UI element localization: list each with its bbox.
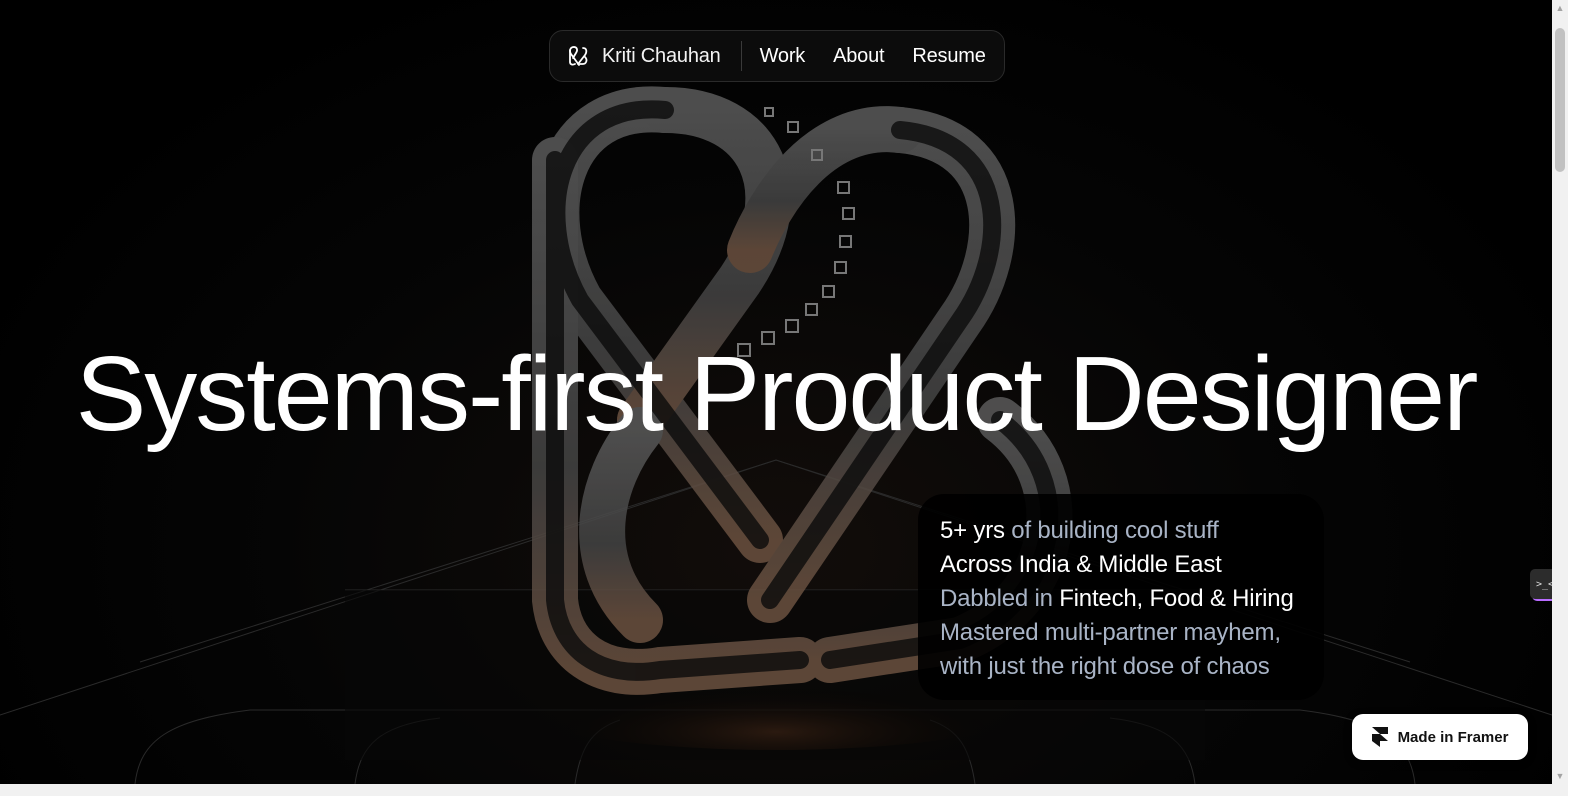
info-line-domains: Dabbled in Fintech, Food & Hiring [940, 582, 1302, 616]
domains-highlight: Fintech, Food & Hiring [1059, 585, 1294, 612]
scrollbar-thumb[interactable] [1555, 28, 1565, 172]
vertical-scrollbar[interactable]: ▲ ▼ [1552, 0, 1568, 784]
info-line-regions: Across India & Middle East [940, 548, 1302, 582]
top-navigation: Kriti Chauhan Work About Resume [549, 30, 1005, 82]
kc-monogram-icon [566, 44, 590, 68]
scroll-down-arrow-icon[interactable]: ▼ [1552, 768, 1568, 784]
framer-logo-icon [1371, 727, 1388, 747]
nav-link-about[interactable]: About [833, 45, 884, 68]
hero-section: Kriti Chauhan Work About Resume Systems-… [0, 0, 1552, 784]
hero-title: Systems-first Product Designer [75, 335, 1479, 453]
info-line-experience: 5+ yrs of building cool stuff [940, 514, 1302, 548]
window-right-edge [1568, 0, 1592, 796]
scroll-up-arrow-icon[interactable]: ▲ [1552, 0, 1568, 16]
brand-home-link[interactable]: Kriti Chauhan [566, 44, 721, 68]
info-line-mayhem: Mastered multi-partner mayhem, [940, 619, 1281, 646]
window-bottom-edge [0, 784, 1568, 796]
regions-highlight: Across India & Middle East [940, 551, 1222, 578]
nav-link-resume[interactable]: Resume [912, 45, 985, 68]
domains-prefix: Dabbled in [940, 585, 1060, 612]
nav-divider [740, 41, 742, 71]
info-card: 5+ yrs of building cool stuff Across Ind… [918, 494, 1324, 700]
framer-badge-label: Made in Framer [1397, 728, 1509, 746]
info-line-chaos: with just the right dose of chaos [940, 653, 1270, 680]
nav-link-work[interactable]: Work [760, 45, 806, 68]
experience-text: of building cool stuff [1004, 517, 1219, 544]
brand-name: Kriti Chauhan [602, 44, 721, 67]
made-in-framer-badge[interactable]: Made in Framer [1352, 714, 1528, 760]
nav-links: Work About Resume [760, 45, 986, 68]
experience-highlight: 5+ yrs [940, 517, 1005, 544]
